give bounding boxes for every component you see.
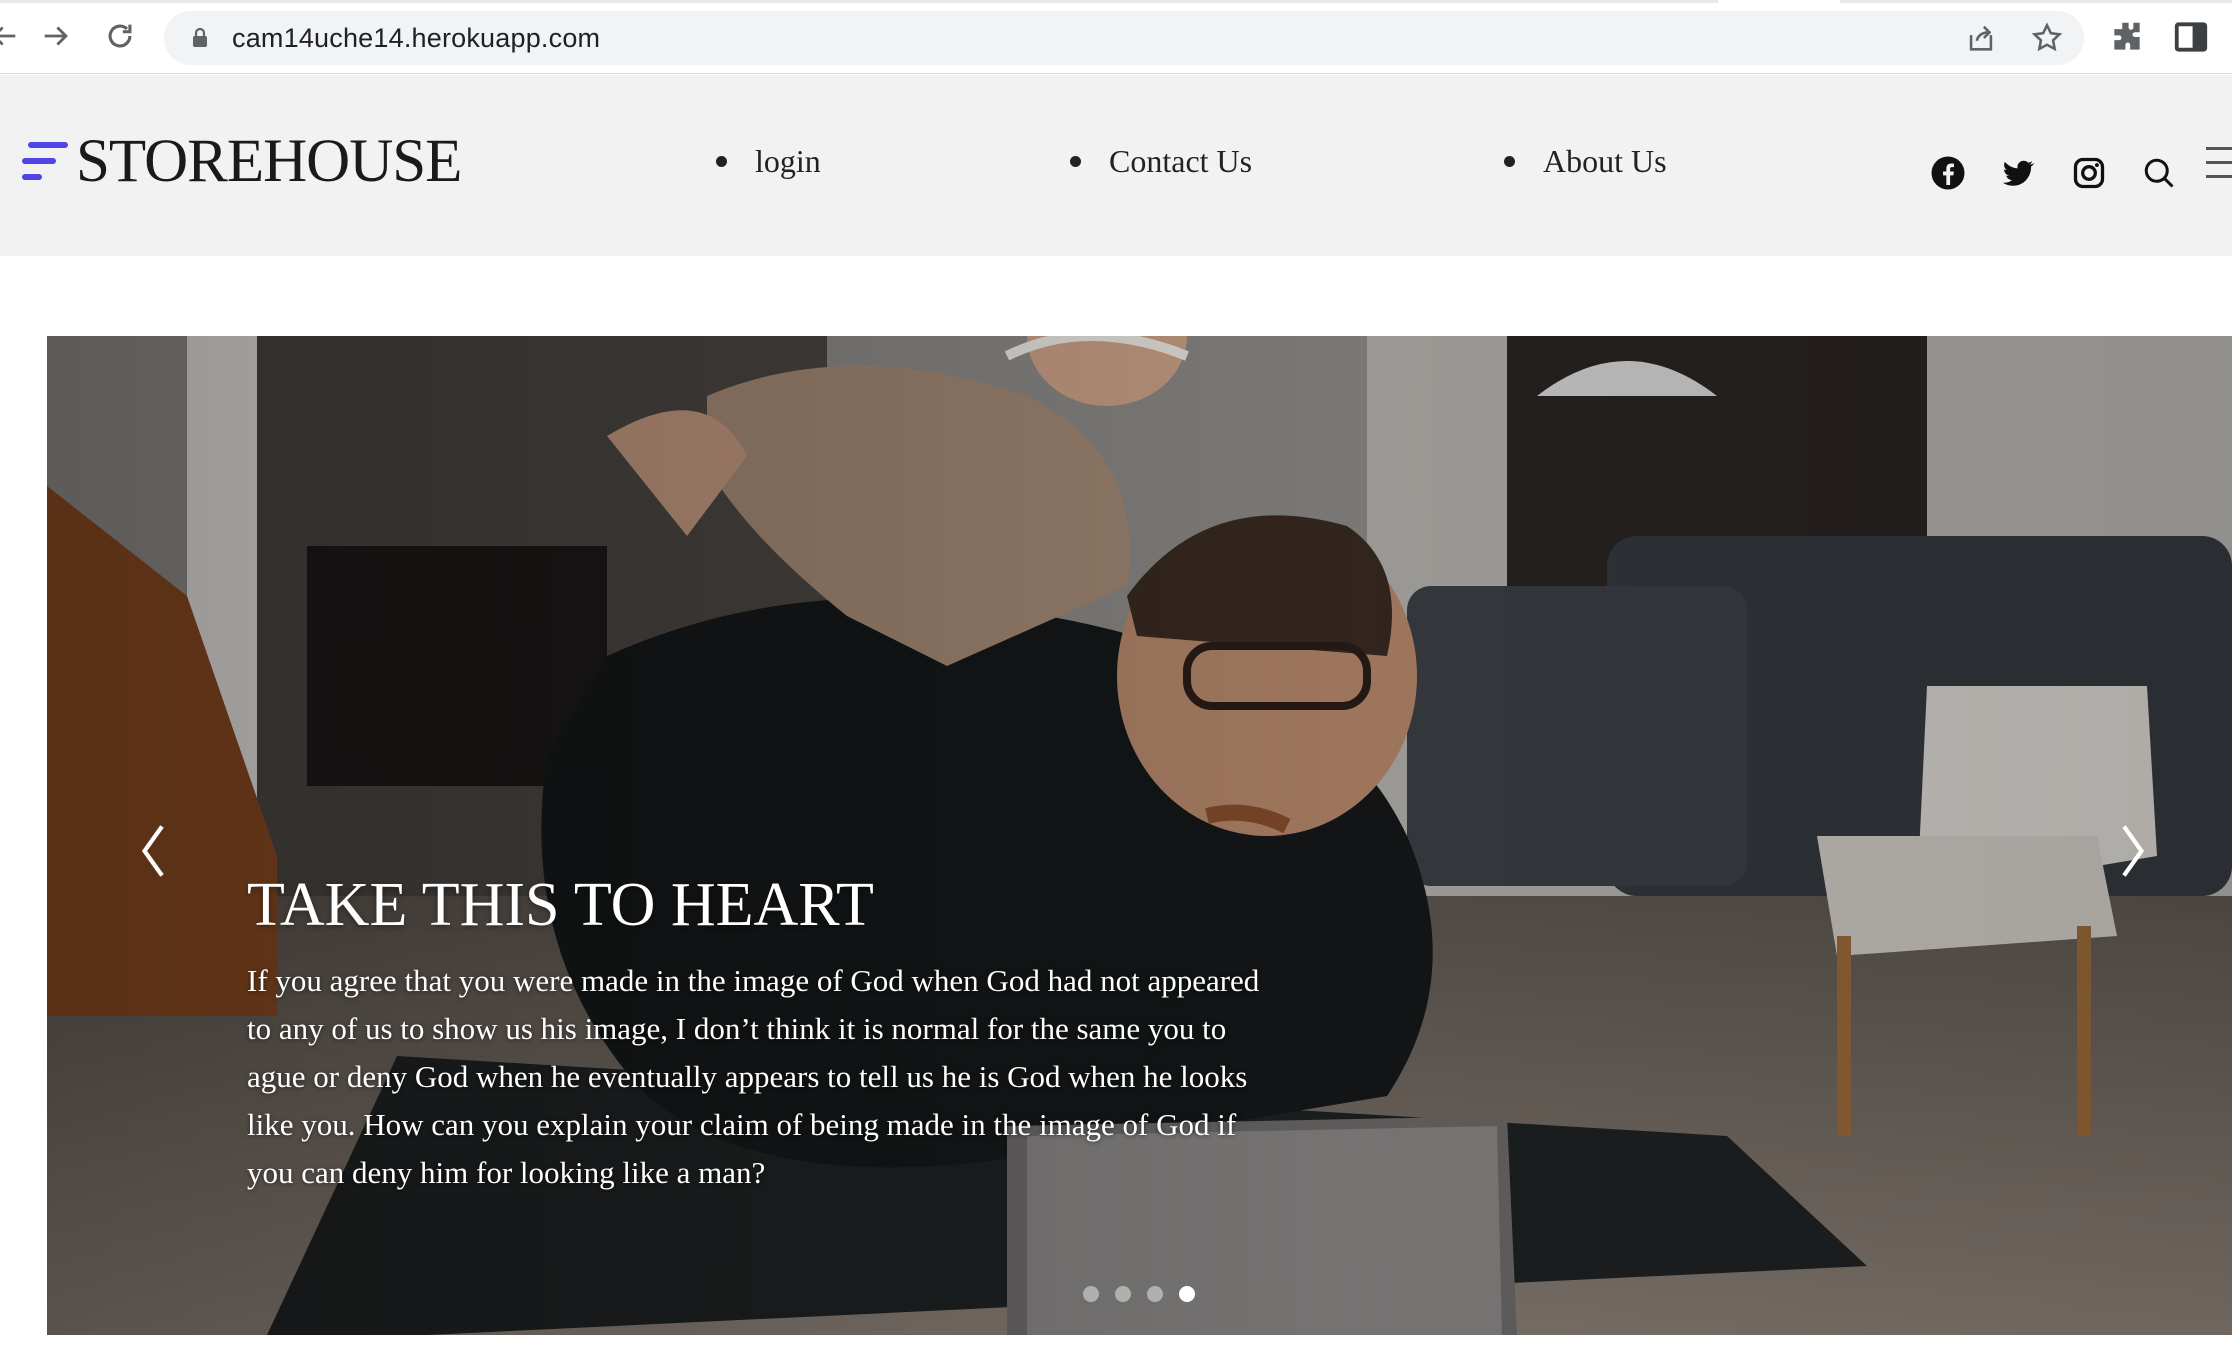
logo-mark-icon (22, 136, 68, 188)
carousel-indicator-1[interactable] (1083, 1286, 1099, 1302)
facebook-icon[interactable] (1930, 155, 1966, 191)
back-arrow-icon (0, 26, 16, 46)
forward-arrow-icon (44, 26, 68, 46)
nav-link-about[interactable]: About Us (1543, 143, 1667, 180)
hero-body: If you agree that you were made in the i… (247, 963, 1260, 1190)
side-panel-icon[interactable] (2172, 18, 2210, 56)
carousel-indicators (1083, 1286, 1195, 1302)
bookmark-star-icon[interactable] (2030, 21, 2064, 55)
bullet-icon (716, 156, 727, 167)
reload-button[interactable] (98, 14, 142, 58)
site-header: STOREHOUSE login Contact Us About Us (0, 75, 2232, 256)
nav-item-about[interactable]: About Us (1504, 143, 1667, 180)
nav-item-contact[interactable]: Contact Us (1070, 143, 1252, 180)
logo-text: STOREHOUSE (76, 128, 462, 195)
address-bar[interactable]: cam14uche14.herokuapp.com (164, 11, 2084, 65)
nav-item-login[interactable]: login (716, 143, 821, 180)
url-text[interactable]: cam14uche14.herokuapp.com (232, 23, 600, 54)
bullet-icon (1070, 156, 1081, 167)
carousel-indicator-3[interactable] (1147, 1286, 1163, 1302)
hero-caption: TAKE THIS TO HEART If you agree that you… (247, 870, 1267, 1197)
site-logo[interactable]: STOREHOUSE (22, 127, 462, 197)
instagram-icon[interactable] (2071, 155, 2107, 191)
nav-link-contact[interactable]: Contact Us (1109, 143, 1252, 180)
hero-title: TAKE THIS TO HEART (247, 871, 874, 939)
extensions-puzzle-icon[interactable] (2108, 18, 2146, 56)
hero-carousel: TAKE THIS TO HEART If you agree that you… (47, 336, 2232, 1335)
reload-icon (108, 24, 132, 48)
tab-strip-right (1840, 0, 2232, 3)
carousel-next-icon[interactable] (2111, 816, 2151, 886)
carousel-indicator-2[interactable] (1115, 1286, 1131, 1302)
menu-icon[interactable] (2206, 143, 2232, 183)
tab-strip (0, 0, 1718, 3)
share-icon[interactable] (1964, 21, 1998, 55)
search-icon[interactable] (2141, 155, 2177, 191)
bullet-icon (1504, 156, 1515, 167)
carousel-indicator-4[interactable] (1179, 1286, 1195, 1302)
forward-button[interactable] (34, 14, 78, 58)
twitter-icon[interactable] (2000, 155, 2036, 191)
carousel-prev-icon[interactable] (135, 816, 175, 886)
lock-icon[interactable] (188, 26, 212, 50)
nav-link-login[interactable]: login (755, 143, 821, 180)
browser-toolbar: cam14uche14.herokuapp.com (0, 0, 2232, 74)
back-button[interactable] (0, 14, 26, 58)
